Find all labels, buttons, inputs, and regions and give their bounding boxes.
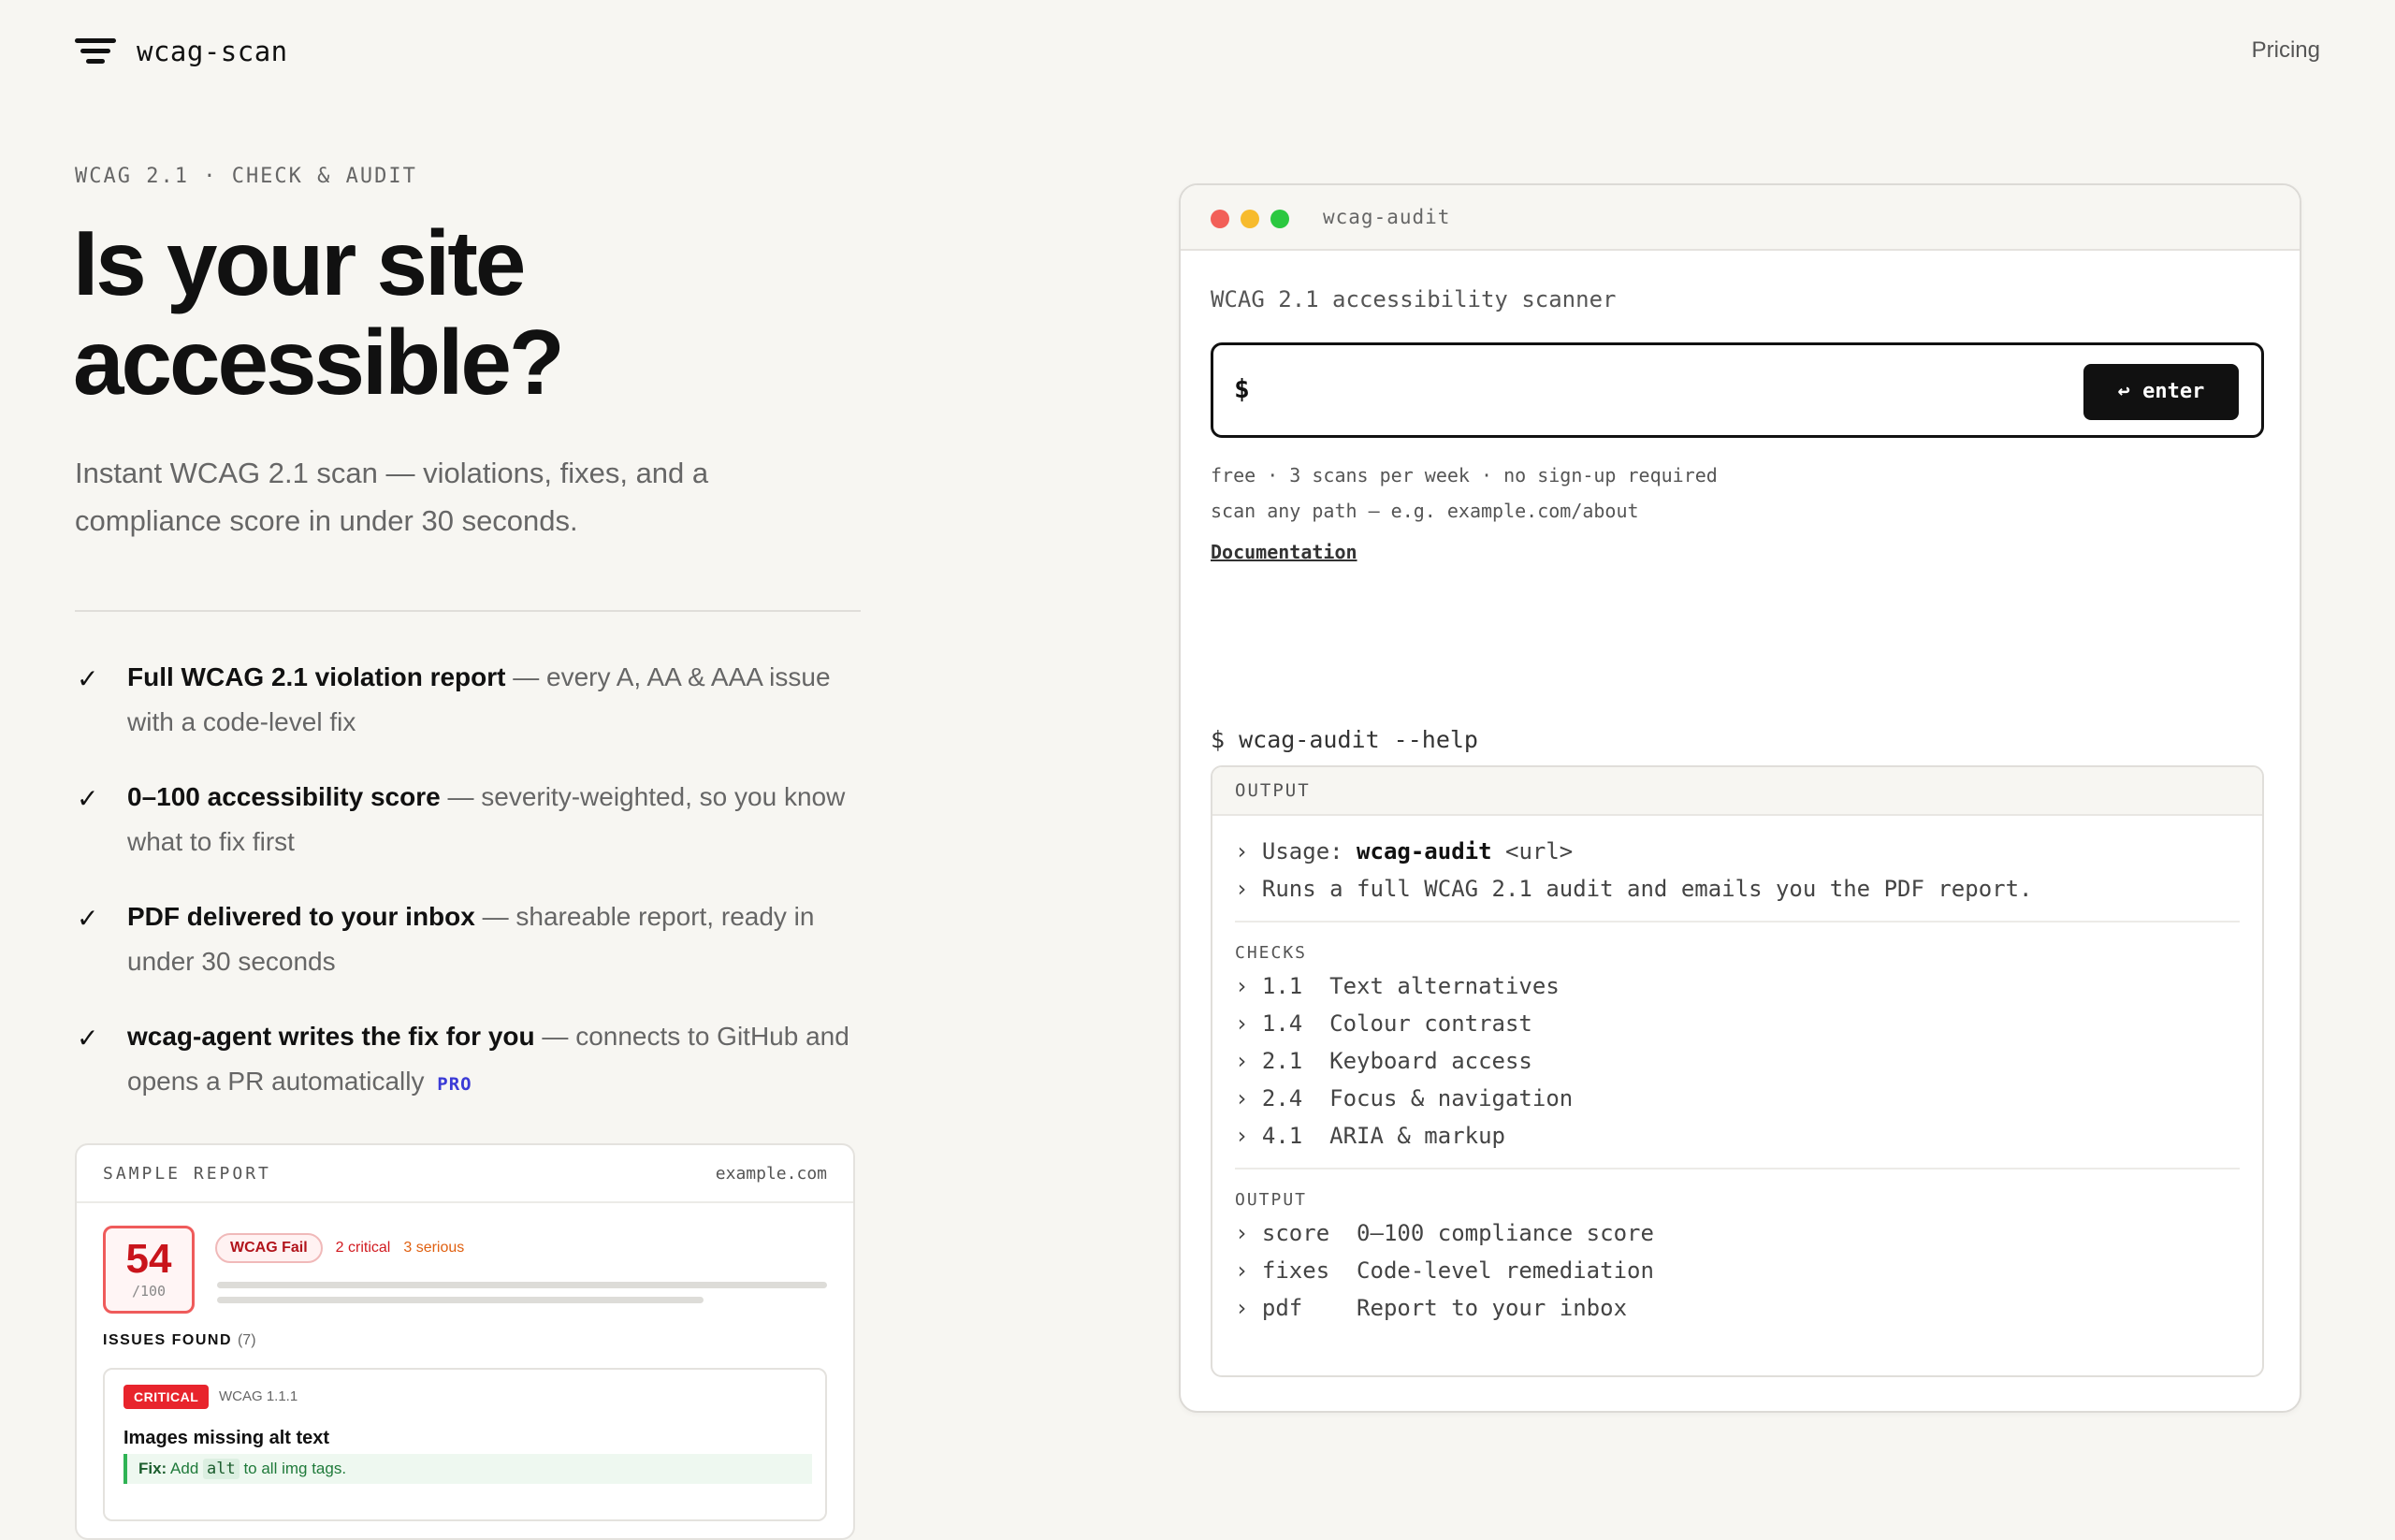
severity-badge: CRITICAL [123,1385,210,1409]
sample-report-card: SAMPLE REPORT example.com 54 /100 WCAG F… [75,1143,855,1540]
wcag-criterion: WCAG 1.1.1 [219,1388,298,1404]
output-header: OUTPUT [1212,767,2262,816]
check-icon: ✓ [77,784,99,813]
brand-logo-link[interactable]: wcag-scan [75,36,288,67]
output-item: › score 0–100 compliance score [1235,1220,1654,1246]
check-item: › 2.1 Keyboard access [1235,1048,1532,1074]
check-item: › 1.1 Text alternatives [1235,973,1560,999]
issues-count: (7) [237,1332,256,1348]
issue-card: CRITICAL WCAG 1.1.1 Images missing alt t… [103,1368,827,1521]
fix-label: Fix: [138,1460,167,1477]
scan-limits-text: free · 3 scans per week · no sign-up req… [1211,464,1718,487]
status-badges: WCAG Fail 2 critical 3 serious [215,1233,464,1263]
issue-fix: Fix: Add alt to all img tags. [123,1454,812,1484]
usage-command: wcag-audit [1357,838,1492,864]
feature-title: wcag-agent writes the fix for you [127,1022,535,1051]
placeholder-bar [217,1297,704,1303]
check-icon: ✓ [77,664,99,693]
feature-list: ✓ Full WCAG 2.1 violation report — every… [75,655,861,1137]
feature-item: ✓ 0–100 accessibility score — severity-w… [75,775,861,864]
report-domain: example.com [715,1163,827,1184]
divider [75,610,861,612]
pro-badge: PRO [437,1074,472,1095]
issues-heading: ISSUES FOUND (7) [103,1332,256,1349]
close-dot-icon [1211,210,1229,228]
feature-title: 0–100 accessibility score [127,782,441,811]
score-box: 54 /100 [103,1226,195,1314]
nav-pricing-link[interactable]: Pricing [2252,37,2320,64]
score-denominator: /100 [131,1283,167,1300]
fix-text: to all img tags. [239,1460,347,1477]
feature-item: ✓ wcag-agent writes the fix for you — co… [75,1014,861,1107]
issue-title: Images missing alt text [123,1428,330,1448]
serious-count: 3 serious [403,1240,465,1256]
check-icon: ✓ [77,1024,99,1053]
scanner-label: WCAG 2.1 accessibility scanner [1211,286,1617,312]
fix-text: Add [167,1460,203,1477]
scan-path-hint: scan any path — e.g. example.com/about [1211,500,1639,522]
score-value: 54 [125,1236,172,1282]
usage-prefix: › Usage: [1235,838,1357,864]
check-icon: ✓ [77,904,99,933]
enter-button[interactable]: ↩ enter [2083,364,2239,420]
check-item: › 2.4 Focus & navigation [1235,1085,1574,1111]
divider [1235,1168,2240,1170]
output-item: › fixes Code-level remediation [1235,1257,1654,1284]
status-badge: WCAG Fail [215,1233,323,1263]
feature-item: ✓ PDF delivered to your inbox — shareabl… [75,894,861,984]
url-input-box: $ ↩ enter [1211,342,2264,438]
documentation-link[interactable]: Documentation [1211,541,1357,563]
fix-code: alt [203,1459,240,1479]
critical-count: 2 critical [335,1240,391,1256]
divider [1235,921,2240,923]
placeholder-bar [217,1282,827,1288]
terminal-window: wcag-audit WCAG 2.1 accessibility scanne… [1179,183,2301,1413]
brand-menu-icon [75,36,116,67]
usage-line: › Usage: wcag-audit <url> [1235,833,2240,870]
issues-label: ISSUES FOUND [103,1332,233,1348]
output-panel: OUTPUT › Usage: wcag-audit <url> › Runs … [1211,765,2264,1377]
feature-title: Full WCAG 2.1 violation report [127,662,506,691]
checks-heading: CHECKS [1235,943,1308,963]
brand-name: wcag-scan [137,36,288,67]
help-command: $ wcag-audit --help [1211,726,1478,753]
url-input[interactable] [1270,364,2115,418]
output-item: › pdf Report to your inbox [1235,1295,1628,1321]
maximize-dot-icon [1270,210,1289,228]
prompt-symbol: $ [1234,373,1250,404]
check-item: › 4.1 ARIA & markup [1235,1123,1505,1149]
hero-title: Is your site accessible? [73,211,565,414]
terminal-titlebar: wcag-audit [1181,185,2300,251]
feature-title: PDF delivered to your inbox [127,902,475,931]
usage-arg: <url> [1491,838,1574,864]
outputs-heading: OUTPUT [1235,1190,1308,1210]
feature-item: ✓ Full WCAG 2.1 violation report — every… [75,655,861,745]
report-label: SAMPLE REPORT [103,1163,271,1184]
usage-description: › Runs a full WCAG 2.1 audit and emails … [1235,876,2033,902]
hero-eyebrow: WCAG 2.1 · CHECK & AUDIT [75,165,417,188]
minimize-dot-icon [1241,210,1259,228]
output-body: › Usage: wcag-audit <url> › Runs a full … [1212,816,2262,1327]
terminal-title: wcag-audit [1323,206,1451,228]
report-header: SAMPLE REPORT example.com [77,1145,853,1203]
check-item: › 1.4 Colour contrast [1235,1010,1532,1037]
hero-subtitle: Instant WCAG 2.1 scan — violations, fixe… [75,457,709,537]
